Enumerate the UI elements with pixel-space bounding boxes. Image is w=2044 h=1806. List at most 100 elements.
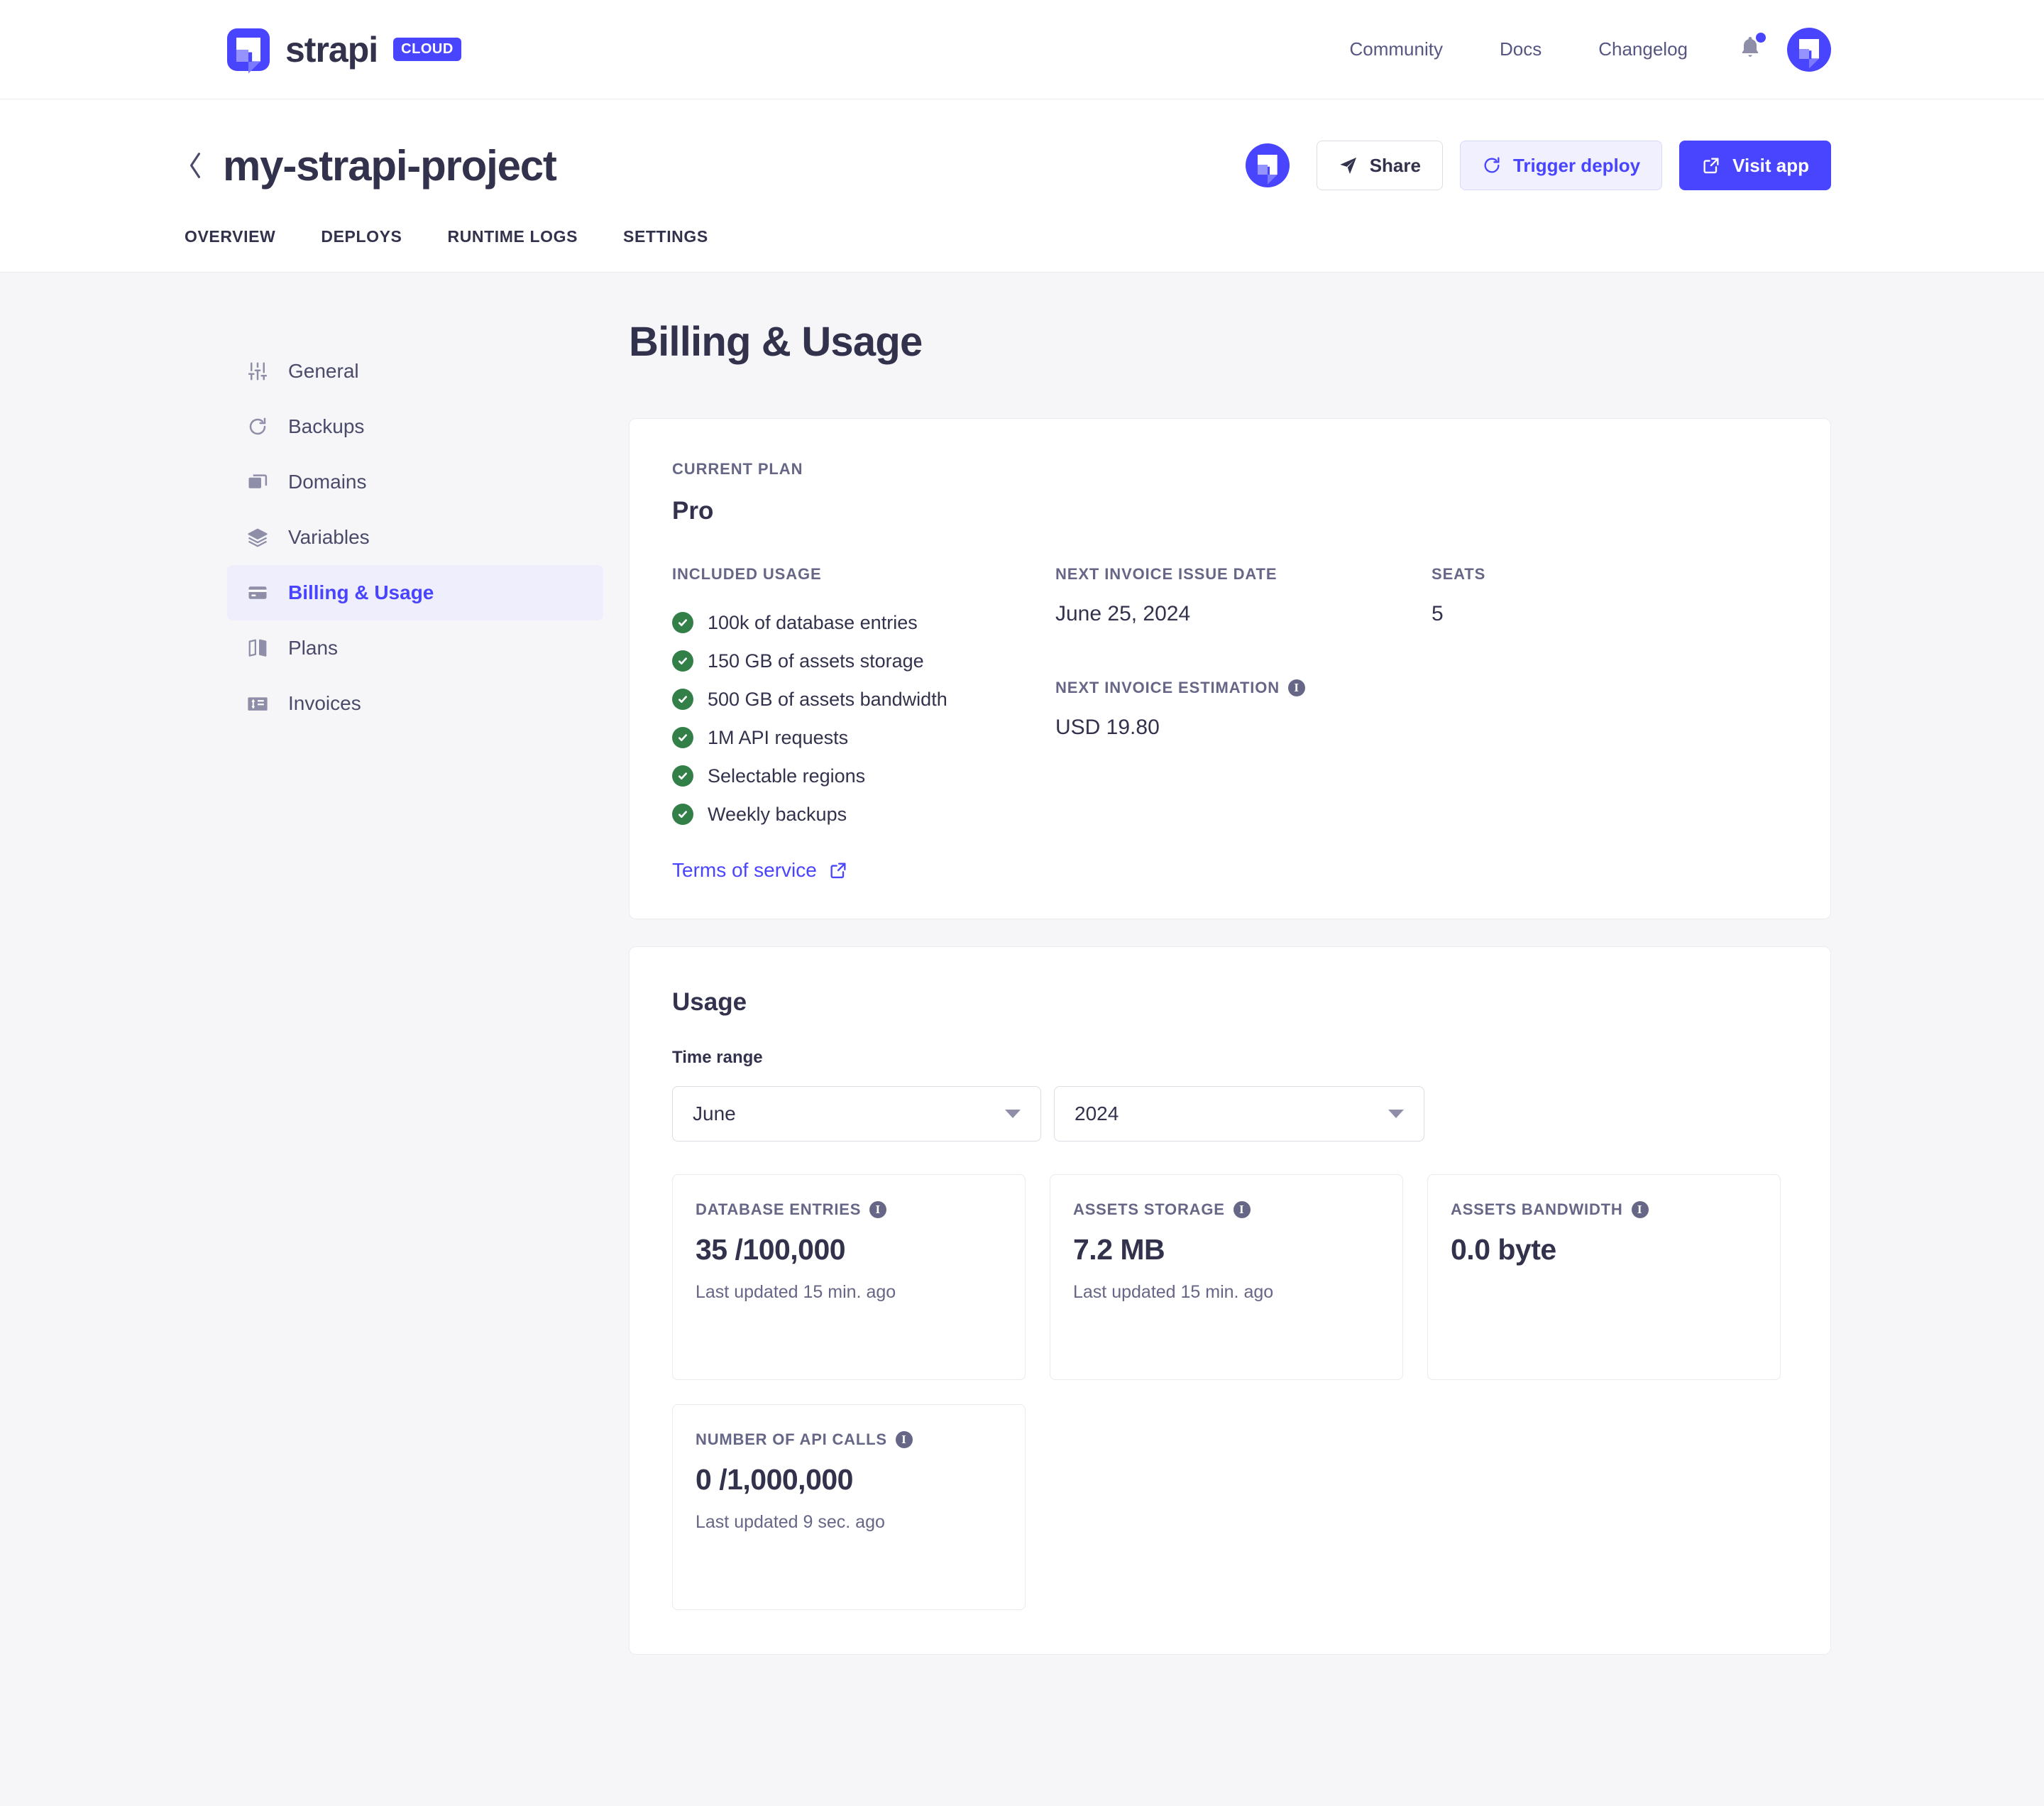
visit-app-label: Visit app — [1732, 155, 1809, 177]
sidebar-item-label: Plans — [288, 637, 338, 660]
list-item: Selectable regions — [672, 757, 1055, 795]
user-avatar[interactable] — [1787, 28, 1831, 72]
sidebar-item-invoices[interactable]: Invoices — [227, 676, 603, 731]
year-select-value: 2024 — [1075, 1102, 1119, 1125]
layers-stack-icon — [246, 470, 270, 494]
metric-updated: Last updated 9 sec. ago — [696, 1512, 1002, 1533]
next-invoice-issue-date-value: June 25, 2024 — [1055, 602, 1432, 626]
metric-updated: Last updated 15 min. ago — [696, 1282, 1002, 1303]
usage-card: Usage Time range June 2024 DATABASE ENTR… — [629, 946, 1831, 1655]
list-item: 100k of database entries — [672, 603, 1055, 642]
info-icon[interactable]: i — [1288, 679, 1305, 696]
info-icon[interactable]: i — [869, 1201, 886, 1218]
plan-name: Pro — [672, 497, 1788, 525]
metric-label: ASSETS STORAGE i — [1073, 1200, 1380, 1219]
share-button[interactable]: Share — [1317, 141, 1443, 190]
credit-card-icon — [246, 581, 270, 605]
metric-value: 35 /100,000 — [696, 1233, 1002, 1266]
next-invoice-estimation-label: NEXT INVOICE ESTIMATION i — [1055, 679, 1432, 697]
sidebar-item-backups[interactable]: Backups — [227, 399, 603, 454]
refresh-icon — [246, 415, 270, 439]
sidebar-item-variables[interactable]: Variables — [227, 510, 603, 565]
tab-overview[interactable]: OVERVIEW — [185, 227, 298, 272]
check-icon — [672, 765, 693, 787]
project-header: my-strapi-project Share Trigger deploy — [0, 99, 2044, 273]
metric-value: 0 /1,000,000 — [696, 1463, 1002, 1496]
list-item: 500 GB of assets bandwidth — [672, 680, 1055, 718]
project-avatar[interactable] — [1246, 143, 1290, 187]
page-title: my-strapi-project — [223, 141, 556, 190]
cloud-badge: CLOUD — [393, 38, 461, 61]
nav-link-changelog[interactable]: Changelog — [1570, 38, 1716, 60]
nav-link-docs[interactable]: Docs — [1471, 38, 1570, 60]
metric-label: ASSETS BANDWIDTH i — [1451, 1200, 1757, 1219]
sidebar-item-label: General — [288, 360, 359, 383]
sidebar-item-plans[interactable]: Plans — [227, 620, 603, 676]
sliders-icon — [246, 359, 270, 383]
check-icon — [672, 727, 693, 748]
usage-metrics: DATABASE ENTRIES i 35 /100,000 Last upda… — [672, 1174, 1788, 1610]
chevron-down-icon — [1388, 1110, 1404, 1118]
tab-settings[interactable]: SETTINGS — [600, 227, 731, 272]
sidebar-item-domains[interactable]: Domains — [227, 454, 603, 510]
plan-columns: INCLUDED USAGE 100k of database entries — [672, 565, 1788, 882]
feature-label: 1M API requests — [708, 727, 848, 749]
metric-label-text: ASSETS STORAGE — [1073, 1200, 1225, 1219]
seats-value: 5 — [1432, 602, 1788, 626]
visit-app-button[interactable]: Visit app — [1679, 141, 1831, 190]
current-plan-card: CURRENT PLAN Pro INCLUDED USAGE 100k of … — [629, 418, 1831, 919]
tab-runtime-logs[interactable]: RUNTIME LOGS — [424, 227, 600, 272]
settings-sidebar: General Backups Domains — [227, 318, 603, 1655]
terms-of-service-label: Terms of service — [672, 859, 817, 882]
list-item: Weekly backups — [672, 795, 1055, 833]
info-icon[interactable]: i — [1233, 1201, 1251, 1218]
metric-label: DATABASE ENTRIES i — [696, 1200, 1002, 1219]
year-select[interactable]: 2024 — [1054, 1086, 1424, 1142]
chevron-down-icon — [1005, 1110, 1021, 1118]
brand-logo[interactable]: strapi CLOUD — [227, 28, 461, 71]
trigger-deploy-label: Trigger deploy — [1513, 155, 1640, 177]
feature-label: 500 GB of assets bandwidth — [708, 689, 947, 711]
notification-dot — [1756, 33, 1766, 43]
book-icon — [246, 636, 270, 660]
sidebar-item-label: Domains — [288, 471, 366, 493]
list-item: 150 GB of assets storage — [672, 642, 1055, 680]
check-icon — [672, 650, 693, 672]
metric-card-database-entries: DATABASE ENTRIES i 35 /100,000 Last upda… — [672, 1174, 1026, 1380]
settings-content: Billing & Usage CURRENT PLAN Pro INCLUDE… — [603, 318, 1831, 1655]
feature-label: 150 GB of assets storage — [708, 650, 924, 672]
metric-label-text: ASSETS BANDWIDTH — [1451, 1200, 1623, 1219]
month-select[interactable]: June — [672, 1086, 1041, 1142]
next-invoice-estimation-value: USD 19.80 — [1055, 716, 1432, 740]
invoice-column: NEXT INVOICE ISSUE DATE June 25, 2024 NE… — [1055, 565, 1432, 882]
info-icon[interactable]: i — [1632, 1201, 1649, 1218]
tab-deploys[interactable]: DEPLOYS — [298, 227, 424, 272]
external-link-icon — [828, 860, 848, 880]
check-icon — [672, 689, 693, 710]
back-button[interactable] — [185, 155, 206, 176]
next-invoice-issue-date-label: NEXT INVOICE ISSUE DATE — [1055, 565, 1432, 584]
sidebar-item-billing-and-usage[interactable]: Billing & Usage — [227, 565, 603, 620]
metric-card-assets-bandwidth: ASSETS BANDWIDTH i 0.0 byte — [1427, 1174, 1781, 1380]
sidebar-item-general[interactable]: General — [227, 344, 603, 399]
seats-label: SEATS — [1432, 565, 1788, 584]
section-title: Billing & Usage — [629, 318, 1831, 366]
metric-label: NUMBER OF API CALLS i — [696, 1430, 1002, 1449]
trigger-deploy-button[interactable]: Trigger deploy — [1460, 141, 1662, 190]
page-body: General Backups Domains — [0, 273, 2044, 1655]
included-usage-column: INCLUDED USAGE 100k of database entries — [672, 565, 1055, 882]
terms-of-service-link[interactable]: Terms of service — [672, 859, 848, 882]
share-button-label: Share — [1370, 155, 1421, 177]
sidebar-item-label: Invoices — [288, 692, 361, 715]
next-invoice-estimation-text: NEXT INVOICE ESTIMATION — [1055, 679, 1280, 697]
send-icon — [1339, 155, 1358, 175]
external-link-icon — [1701, 155, 1721, 175]
sidebar-item-label: Variables — [288, 526, 370, 549]
project-title-group: my-strapi-project — [185, 141, 556, 190]
notifications-button[interactable] — [1737, 34, 1763, 65]
info-icon[interactable]: i — [896, 1431, 913, 1448]
top-navigation-bar: strapi CLOUD Community Docs Changelog — [0, 0, 2044, 99]
project-tabs: OVERVIEW DEPLOYS RUNTIME LOGS SETTINGS — [185, 190, 1831, 272]
metric-label-text: DATABASE ENTRIES — [696, 1200, 861, 1219]
nav-link-community[interactable]: Community — [1321, 38, 1471, 60]
